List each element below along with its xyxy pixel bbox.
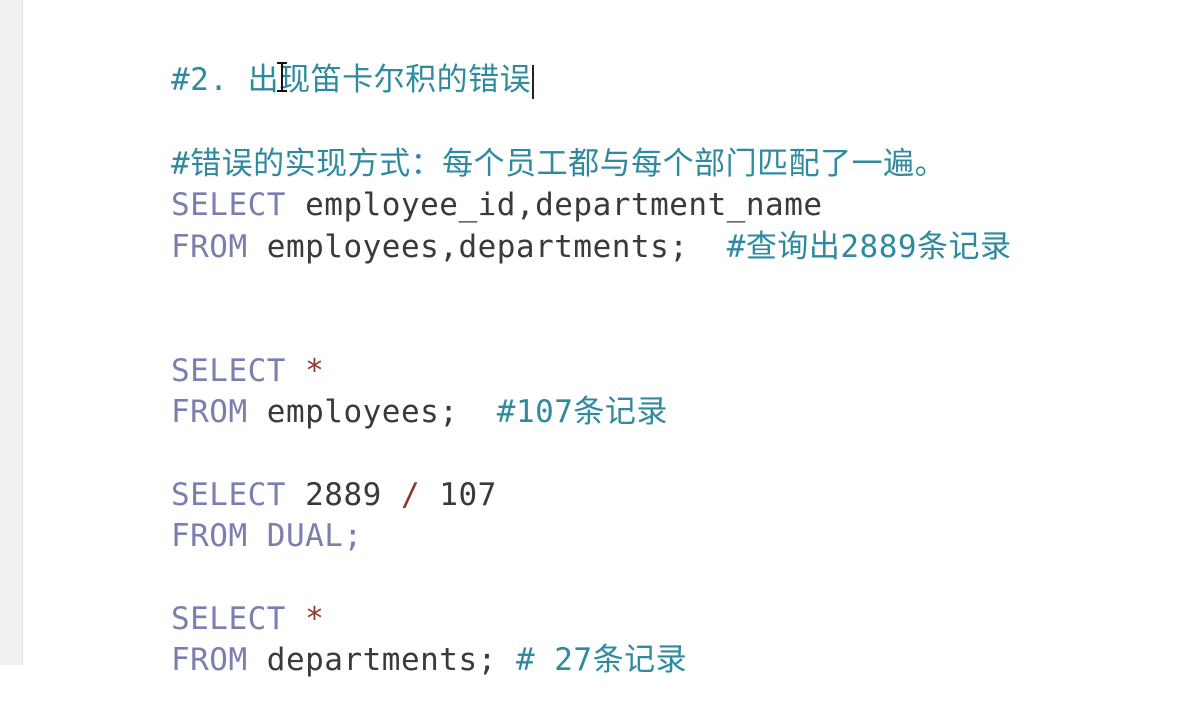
- keyword-from: FROM: [170, 518, 248, 554]
- code-line-q4-select[interactable]: SELECT *: [56, 559, 324, 637]
- keyword-from: FROM: [170, 394, 248, 430]
- text-caret: [532, 64, 535, 99]
- code-line-heading[interactable]: #2. 出现笛卡尔积的错误: [56, 20, 535, 99]
- code-line-q1-select[interactable]: SELECT employee_id,department_name: [56, 145, 823, 223]
- dual-table: DUAL;: [247, 518, 363, 554]
- ibeam-cursor-icon: [277, 62, 287, 92]
- code-line-q2-from[interactable]: FROM employees; #107条记录: [56, 352, 668, 430]
- code-line-q1-from[interactable]: FROM employees,departments; #查询出2889条记录: [56, 187, 1012, 265]
- divide-operator: /: [381, 477, 421, 513]
- code-area[interactable]: #2. 出现笛卡尔积的错误 #错误的实现方式：每个员工都与每个部门匹配了一遍。 …: [22, 0, 1195, 678]
- code-line-q3-from[interactable]: FROM DUAL;: [56, 476, 363, 554]
- code-line-description[interactable]: #错误的实现方式：每个员工都与每个部门匹配了一遍。: [56, 104, 946, 182]
- q4-comment: # 27条记录: [496, 642, 688, 678]
- code-line-q4-from[interactable]: FROM departments; # 27条记录: [56, 600, 687, 678]
- sql-editor[interactable]: #2. 出现笛卡尔积的错误 #错误的实现方式：每个员工都与每个部门匹配了一遍。 …: [0, 0, 1195, 678]
- from-table: employees;: [247, 394, 459, 430]
- q1-comment: #查询出2889条记录: [688, 229, 1012, 265]
- from-table: departments;: [247, 642, 497, 678]
- code-line-q3-select[interactable]: SELECT 2889 / 107: [56, 435, 497, 513]
- number-literal: 107: [420, 477, 497, 513]
- q2-comment: #107条记录: [458, 394, 668, 430]
- heading-comment: #2. 出现笛卡尔积的错误: [170, 62, 532, 98]
- keyword-from: FROM: [170, 229, 248, 265]
- editor-gutter: [0, 0, 23, 665]
- from-tables: employees,departments;: [247, 229, 689, 265]
- keyword-from: FROM: [170, 642, 248, 678]
- code-line-q2-select[interactable]: SELECT *: [56, 311, 324, 389]
